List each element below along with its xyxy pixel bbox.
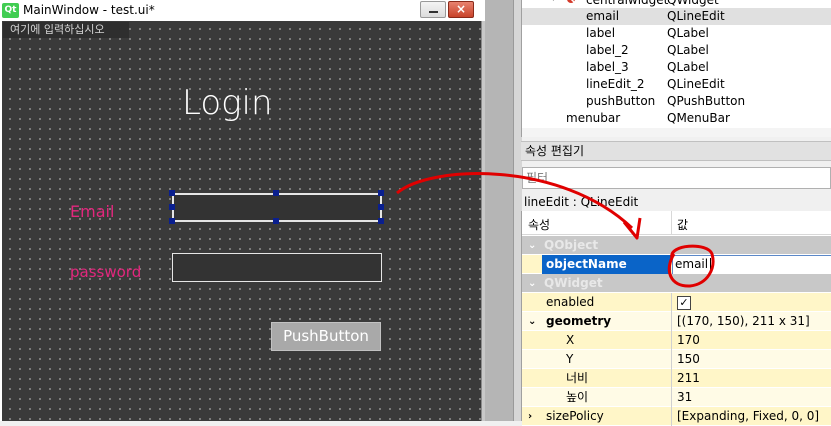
tree-row-email[interactable]: email QLineEdit xyxy=(522,8,831,25)
collapse-icon[interactable]: ⌄ xyxy=(528,236,536,255)
resize-handle[interactable] xyxy=(273,218,279,224)
tree-row-label-2[interactable]: label_2 QLabel xyxy=(522,42,831,59)
text-caret xyxy=(710,258,711,272)
expand-icon[interactable]: › xyxy=(528,407,532,426)
selected-object-class-label: lineEdit : QLineEdit xyxy=(524,195,639,209)
property-filter-input[interactable]: 필터 xyxy=(522,167,831,189)
property-table-header: 속성 값 xyxy=(522,211,831,235)
tree-clipped-row xyxy=(522,128,831,137)
minimize-button[interactable] xyxy=(420,1,446,18)
collapse-icon[interactable]: ⌄ xyxy=(528,274,536,293)
widget-layout-icon xyxy=(567,0,575,3)
resize-handle[interactable] xyxy=(378,218,384,224)
window-titlebar: Qt MainWindow - test.ui* × xyxy=(0,0,485,21)
property-row-geometry[interactable]: ⌄ geometry [(170, 150), 211 x 31] xyxy=(522,312,831,331)
objectname-value-editor[interactable]: email xyxy=(672,255,831,276)
property-row-x[interactable]: X 170 xyxy=(522,331,831,350)
window-title: MainWindow - test.ui* xyxy=(23,3,155,17)
column-value[interactable]: 값 xyxy=(677,216,688,233)
group-qwidget[interactable]: ⌄ QWidget xyxy=(522,274,831,293)
tree-row-label-3[interactable]: label_3 QLabel xyxy=(522,59,831,76)
designer-form-window: Qt MainWindow - test.ui* × 여기에 입력하십시오 Lo… xyxy=(0,0,485,421)
tree-row-pushbutton[interactable]: pushButton QPushButton xyxy=(522,93,831,110)
resize-handle[interactable] xyxy=(169,218,175,224)
resize-handle[interactable] xyxy=(169,190,175,196)
close-button[interactable]: × xyxy=(448,1,474,18)
login-title-label[interactable]: Login xyxy=(182,82,273,124)
resize-handle[interactable] xyxy=(273,190,279,196)
menubar-type-here[interactable]: 여기에 입력하십시오 xyxy=(3,22,129,38)
tree-expand-icon[interactable]: ▾ xyxy=(551,0,559,4)
push-button[interactable]: PushButton xyxy=(271,322,381,351)
property-table[interactable]: 속성 값 ⌄ QObject objectName email ⌄ QWidge… xyxy=(521,211,831,426)
resize-handle[interactable] xyxy=(378,204,384,210)
property-row-height[interactable]: 높이 31 xyxy=(522,388,831,407)
resize-handle[interactable] xyxy=(169,204,175,210)
property-row-enabled[interactable]: enabled ✓ xyxy=(522,293,831,312)
password-line-edit[interactable] xyxy=(172,253,382,282)
property-editor-header: 속성 편집기 xyxy=(521,141,831,161)
property-row-width[interactable]: 너비 211 xyxy=(522,369,831,388)
dock-splitter[interactable] xyxy=(485,0,522,421)
tree-row-lineedit-2[interactable]: lineEdit_2 QLineEdit xyxy=(522,76,831,93)
objectname-name-cell[interactable]: objectName xyxy=(542,255,671,274)
property-row-y[interactable]: Y 150 xyxy=(522,350,831,369)
column-property[interactable]: 속성 xyxy=(528,216,550,233)
collapse-icon[interactable]: ⌄ xyxy=(528,312,536,331)
tree-row-label[interactable]: label QLabel xyxy=(522,25,831,42)
enabled-checkbox[interactable]: ✓ xyxy=(677,296,691,310)
email-label[interactable]: Email xyxy=(70,202,114,222)
property-row-sizepolicy[interactable]: › sizePolicy [Expanding, Fixed, 0, 0] xyxy=(522,407,831,426)
qt-logo-icon: Qt xyxy=(2,3,19,18)
property-row-objectname[interactable]: objectName email xyxy=(522,255,831,276)
object-inspector-tree[interactable]: centralwidget QWidget ▾ email QLineEdit … xyxy=(521,0,831,137)
group-qobject[interactable]: ⌄ QObject xyxy=(522,236,831,255)
tree-row-menubar[interactable]: menubar QMenuBar xyxy=(522,110,831,127)
password-label[interactable]: password xyxy=(70,262,141,282)
resize-handle[interactable] xyxy=(378,190,384,196)
